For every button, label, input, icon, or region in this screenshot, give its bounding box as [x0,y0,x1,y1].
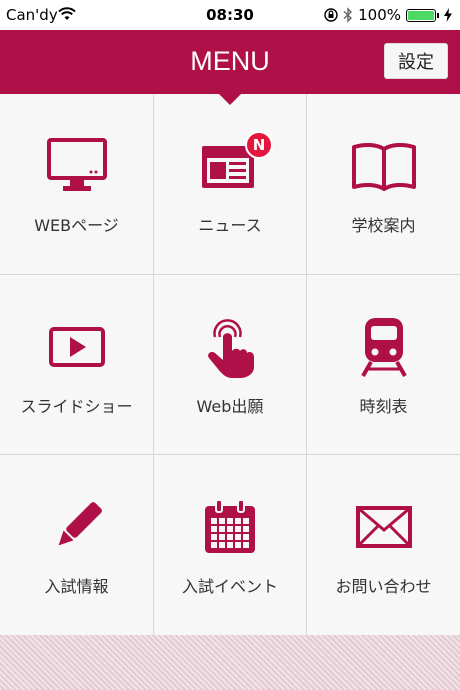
menu-grid: WEBページ N ニュース 学校案内 スライドショー Web出願 時刻表 入試情… [0,94,460,635]
status-bar: Can'dy 08:30 100% [0,0,460,30]
rotation-lock-icon [324,8,338,22]
menu-item-contact[interactable]: お問い合わせ [307,455,460,635]
play-video-icon [48,327,105,367]
menu-item-slideshow[interactable]: スライドショー [0,275,153,454]
battery-tip [437,12,439,18]
menu-item-label: スライドショー [20,397,133,416]
menu-item-label: Web出願 [196,397,264,416]
tap-hand-icon [208,319,254,378]
monitor-icon [46,138,107,191]
header-pointer [219,94,241,105]
menu-item-web-page[interactable]: WEBページ [0,94,153,274]
menu-item-news[interactable]: N ニュース [154,94,306,274]
badge-label: N [252,136,266,154]
menu-item-label: ニュース [198,216,262,235]
bluetooth-icon [343,7,353,23]
charging-bolt-icon [444,8,452,22]
menu-item-label: お問い合わせ [335,577,432,596]
menu-item-school-guide[interactable]: 学校案内 [307,94,460,274]
book-icon [351,142,416,191]
menu-item-label: WEBページ [34,216,119,235]
menu-item-exam-info[interactable]: 入試情報 [0,455,153,635]
settings-button[interactable]: 設定 [384,43,448,79]
train-icon [360,318,407,377]
battery-icon [406,8,436,22]
news-badge: N [245,131,273,159]
menu-item-timetable[interactable]: 時刻表 [307,275,460,454]
menu-item-label: 入試イベント [181,577,278,596]
menu-item-label: 時刻表 [359,397,408,416]
pencil-icon [58,502,102,546]
footer-pattern [0,635,460,690]
menu-item-label: 学校案内 [351,216,416,235]
battery-percent: 100% [358,6,401,24]
calendar-icon [205,499,255,553]
menu-item-label: 入試情報 [44,577,109,596]
envelope-icon [355,506,412,548]
menu-item-exam-events[interactable]: 入試イベント [154,455,306,635]
menu-item-web-application[interactable]: Web出願 [154,275,306,454]
app-header: MENU 設定 [0,30,460,94]
